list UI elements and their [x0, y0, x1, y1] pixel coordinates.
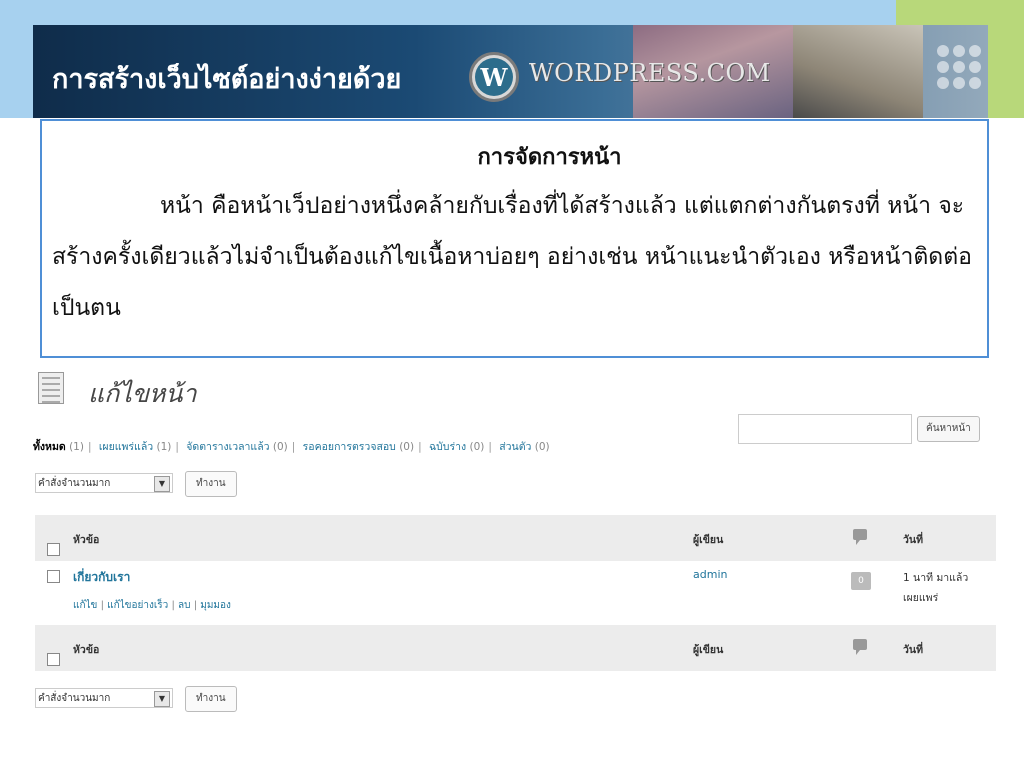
column-author: ผู้เขียน — [693, 534, 724, 546]
status-filters: ทั้งหมด (1) | เผยแพร่แล้ว (1) | จัดตารางเว… — [33, 441, 550, 453]
banner-title: การสร้างเว็บไซต์อย่างง่ายด้วย — [52, 64, 402, 95]
search-input[interactable] — [738, 414, 912, 444]
wordpress-wordmark: WORDPRESS.COM — [529, 59, 771, 87]
bulk-actions-select[interactable]: คำสั่งจำนวนมาก ▼ — [35, 473, 173, 493]
table-header: หัวข้อ ผู้เขียน วันที่ — [35, 515, 996, 561]
bulk-actions-select-bottom[interactable]: คำสั่งจำนวนมาก ▼ — [35, 688, 173, 708]
description-box: การจัดการหน้า หน้า คือหน้าเว็ปอย่างหนึ่ง… — [40, 119, 989, 358]
edit-link[interactable]: แก้ไข — [73, 600, 97, 611]
search-pages-button[interactable]: ค้นหาหน้า — [917, 416, 980, 442]
view-link[interactable]: มุมมอง — [200, 600, 231, 611]
column-date[interactable]: วันที่ — [903, 531, 923, 548]
banner-photo-person — [793, 25, 923, 118]
apply-button[interactable]: ทำงาน — [185, 471, 237, 497]
row-date: 1 นาที มาแล้ว เผยแพร่ — [903, 572, 969, 604]
filter-published[interactable]: เผยแพร่แล้ว — [99, 441, 153, 453]
column-author-bottom: ผู้เขียน — [693, 644, 724, 656]
column-title[interactable]: หัวข้อ — [73, 531, 99, 548]
comment-count-badge[interactable]: 0 — [851, 572, 871, 590]
row-checkbox[interactable] — [47, 570, 60, 583]
filter-draft[interactable]: ฉบับร่าง — [429, 441, 466, 453]
filter-scheduled[interactable]: จัดตารางเวลาแล้ว — [186, 441, 269, 453]
table-row: เกี่ยวกับเรา แก้ไข | แก้ไขอย่างเร็ว | ลบ… — [35, 562, 996, 626]
chevron-down-icon: ▼ — [154, 476, 170, 492]
comment-icon — [853, 639, 867, 655]
table-footer: หัวข้อ ผู้เขียน วันที่ — [35, 625, 996, 671]
row-actions: แก้ไข | แก้ไขอย่างเร็ว | ลบ | มุมมอง — [73, 600, 231, 611]
apply-button-bottom[interactable]: ทำงาน — [185, 686, 237, 712]
chevron-down-icon: ▼ — [154, 691, 170, 707]
filter-pending[interactable]: รอคอยการตรวจสอบ — [303, 441, 396, 453]
page-title-link[interactable]: เกี่ยวกับเรา — [73, 568, 130, 587]
select-all-checkbox-bottom[interactable] — [47, 653, 60, 666]
select-all-checkbox[interactable] — [47, 543, 60, 556]
banner-dots-decoration — [937, 45, 981, 89]
filter-private[interactable]: ส่วนตัว — [499, 441, 531, 453]
column-date-bottom[interactable]: วันที่ — [903, 641, 923, 658]
box-title: การจัดการหน้า — [477, 144, 622, 170]
pages-icon — [38, 372, 64, 404]
comment-icon — [853, 529, 867, 545]
wp-admin-pages-panel: แก้ไขหน้า ทั้งหมด (1) | เผยแพร่แล้ว (1) | … — [33, 362, 996, 730]
filter-all[interactable]: ทั้งหมด — [33, 441, 66, 453]
wordpress-logo-icon: W — [469, 52, 519, 102]
column-title-bottom[interactable]: หัวข้อ — [73, 641, 99, 658]
author-link[interactable]: admin — [693, 568, 727, 581]
page-title: แก้ไขหน้า — [88, 379, 197, 408]
quick-edit-link[interactable]: แก้ไขอย่างเร็ว — [107, 600, 168, 611]
banner: การสร้างเว็บไซต์อย่างง่ายด้วย W WORDPRES… — [33, 25, 988, 118]
delete-link[interactable]: ลบ — [178, 600, 190, 611]
box-paragraph: หน้า คือหน้าเว็ปอย่างหนึ่งคล้ายกับเรื่อง… — [52, 193, 972, 321]
